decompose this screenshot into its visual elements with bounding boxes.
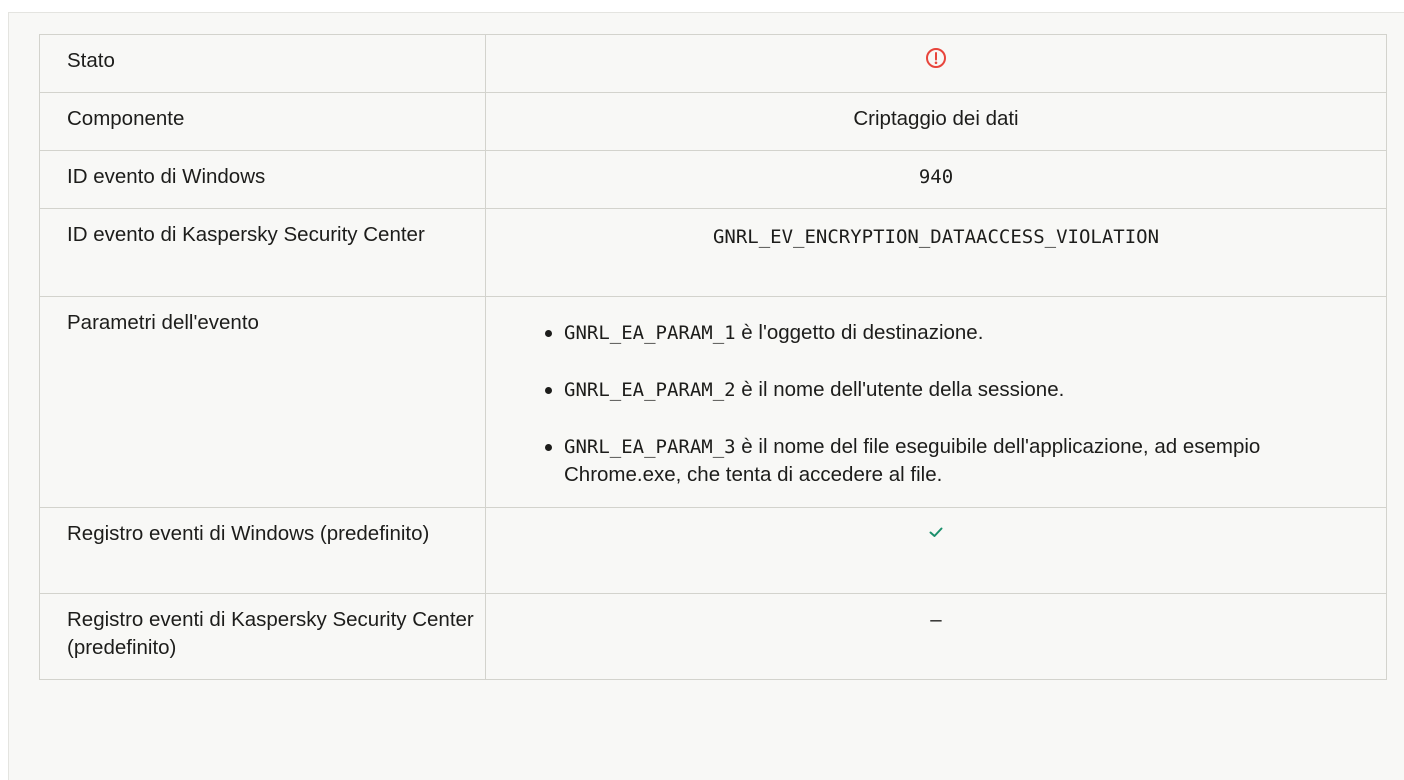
label-cell: Parametri dell'evento bbox=[39, 296, 486, 508]
list-item: GNRL_EA_PARAM_3 è il nome del file esegu… bbox=[528, 433, 1366, 489]
param-code: GNRL_EA_PARAM_3 bbox=[564, 436, 736, 458]
check-icon bbox=[927, 521, 945, 549]
table-row-win-log: Registro eventi di Windows (predefinito) bbox=[39, 507, 1387, 594]
param-description: è l'oggetto di destinazione. bbox=[735, 321, 984, 344]
param-description: è il nome dell'utente della sessione. bbox=[735, 378, 1065, 401]
table-row-componente: Componente Criptaggio dei dati bbox=[39, 92, 1387, 151]
bullet-icon bbox=[545, 330, 552, 337]
value-cell: GNRL_EV_ENCRYPTION_DATAACCESS_VIOLATION bbox=[485, 208, 1387, 297]
param-code: GNRL_EA_PARAM_2 bbox=[564, 379, 736, 401]
parameter-list: GNRL_EA_PARAM_1 è l'oggetto di destinazi… bbox=[486, 319, 1386, 489]
label-cell: Registro eventi di Windows (predefinito) bbox=[39, 507, 486, 594]
list-item: GNRL_EA_PARAM_2 è il nome dell'utente de… bbox=[528, 376, 1366, 404]
alert-circle-icon bbox=[925, 47, 947, 77]
table-row-stato: Stato bbox=[39, 34, 1387, 93]
bullet-icon bbox=[545, 444, 552, 451]
content-panel: Stato Componente Criptaggio dei dati ID … bbox=[8, 12, 1404, 780]
label-cell: Stato bbox=[39, 34, 486, 93]
param-code: GNRL_EA_PARAM_1 bbox=[564, 322, 736, 344]
label-cell: ID evento di Windows bbox=[39, 150, 486, 209]
table-row-win-event-id: ID evento di Windows 940 bbox=[39, 150, 1387, 209]
list-item: GNRL_EA_PARAM_1 è l'oggetto di destinazi… bbox=[528, 319, 1366, 347]
value-cell: Criptaggio dei dati bbox=[485, 92, 1387, 151]
table-row-ksc-log: Registro eventi di Kaspersky Security Ce… bbox=[39, 593, 1387, 680]
label-cell: Componente bbox=[39, 92, 486, 151]
label-cell: Registro eventi di Kaspersky Security Ce… bbox=[39, 593, 486, 680]
table-row-ksc-event-id: ID evento di Kaspersky Security Center G… bbox=[39, 208, 1387, 297]
value-cell: GNRL_EA_PARAM_1 è l'oggetto di destinazi… bbox=[485, 296, 1387, 508]
value-cell bbox=[485, 507, 1387, 594]
label-cell: ID evento di Kaspersky Security Center bbox=[39, 208, 486, 297]
event-info-table: Stato Componente Criptaggio dei dati ID … bbox=[39, 34, 1387, 680]
bullet-icon bbox=[545, 387, 552, 394]
value-cell: 940 bbox=[485, 150, 1387, 209]
value-cell bbox=[485, 34, 1387, 93]
table-row-parametri: Parametri dell'evento GNRL_EA_PARAM_1 è … bbox=[39, 296, 1387, 508]
value-cell: – bbox=[485, 593, 1387, 680]
